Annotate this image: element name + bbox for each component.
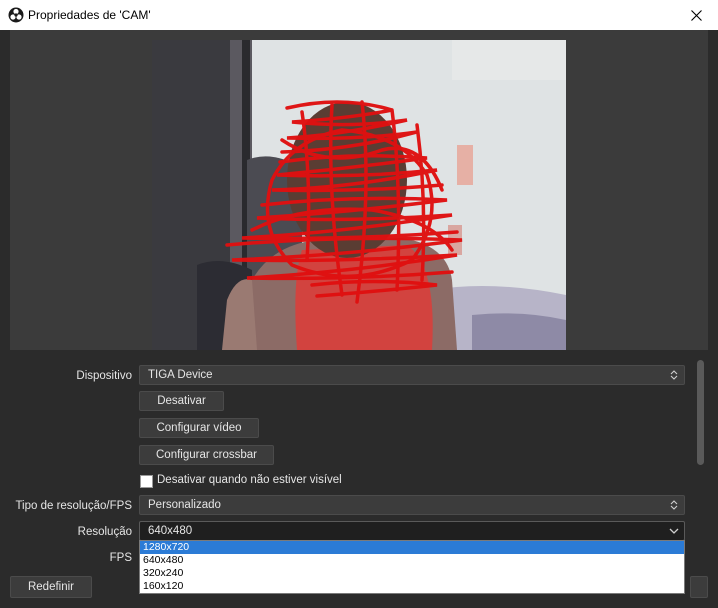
- updown-chevron-icon: [664, 496, 684, 514]
- updown-chevron-icon: [664, 366, 684, 384]
- close-icon: [690, 9, 702, 21]
- resolution-value: 640x480: [148, 525, 193, 537]
- fps-label: FPS: [109, 552, 132, 564]
- resolution-dropdown-list[interactable]: 1280x720 640x480 320x240 160x120: [139, 540, 685, 594]
- camera-preview: [152, 40, 566, 350]
- chevron-down-icon: [664, 522, 684, 540]
- reset-button[interactable]: Redefinir: [10, 576, 92, 598]
- camera-preview-image: [152, 40, 566, 350]
- resolution-fps-type-select[interactable]: Personalizado: [139, 495, 685, 515]
- deactivate-button[interactable]: Desativar: [139, 391, 224, 411]
- resolution-option[interactable]: 320x240: [140, 567, 684, 580]
- configure-video-button[interactable]: Configurar vídeo: [139, 418, 259, 438]
- resolution-fps-type-label: Tipo de resolução/FPS: [15, 500, 132, 512]
- deactivate-when-hidden-label: Desativar quando não estiver visível: [157, 474, 342, 486]
- configure-crossbar-button[interactable]: Configurar crossbar: [139, 445, 274, 465]
- device-value: TIGA Device: [148, 369, 213, 381]
- resolution-option[interactable]: 640x480: [140, 554, 684, 567]
- properties-scrollbar[interactable]: [695, 356, 707, 471]
- close-button[interactable]: [674, 0, 718, 30]
- resolution-option[interactable]: 1280x720: [140, 541, 684, 554]
- scrollbar-thumb[interactable]: [697, 360, 704, 465]
- window-title: Propriedades de 'CAM': [28, 8, 151, 22]
- resolution-fps-type-value: Personalizado: [148, 499, 221, 511]
- resolution-label: Resolução: [77, 526, 132, 538]
- device-label: Dispositivo: [76, 370, 132, 382]
- resolution-select[interactable]: 640x480: [139, 521, 685, 541]
- obs-app-icon: [8, 7, 24, 23]
- device-select[interactable]: TIGA Device: [139, 365, 685, 385]
- deactivate-when-hidden-checkbox[interactable]: [140, 475, 153, 488]
- title-bar: Propriedades de 'CAM': [0, 0, 718, 30]
- partially-hidden-button[interactable]: [690, 576, 708, 598]
- resolution-option[interactable]: 160x120: [140, 580, 684, 593]
